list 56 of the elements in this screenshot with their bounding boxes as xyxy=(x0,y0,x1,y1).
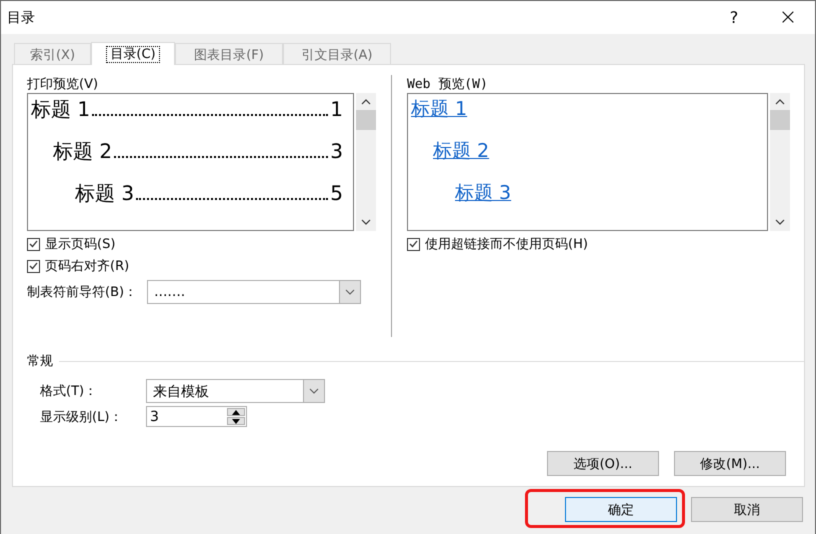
scrollbar[interactable] xyxy=(770,93,790,231)
page-number: 3 xyxy=(330,139,344,163)
heading-link[interactable]: 标题 2 xyxy=(433,139,490,163)
triangle-up-icon xyxy=(232,410,240,414)
format-dropdown[interactable]: 来自模板 xyxy=(146,379,325,403)
chevron-down-icon xyxy=(345,288,356,296)
checkbox-label: 页码右对齐(R) xyxy=(45,258,130,275)
check-icon xyxy=(409,240,418,248)
preview-label: Web 预览(W) xyxy=(407,76,489,93)
page-number: 1 xyxy=(330,97,344,121)
tab[interactable]: 引文目录(A) xyxy=(283,43,391,64)
dropdown-button[interactable] xyxy=(339,281,360,303)
cancel-button[interactable]: 取消 xyxy=(691,497,803,522)
heading-link[interactable]: 标题 1 xyxy=(411,97,468,121)
scroll-thumb[interactable] xyxy=(356,110,376,130)
field-label: 显示级别(L)： xyxy=(40,408,124,426)
level-spinner[interactable]: 3 xyxy=(146,406,247,427)
spin-up-button[interactable] xyxy=(227,408,245,416)
heading-entry: 标题 3 xyxy=(75,181,134,205)
leader-dropdown[interactable]: ....... xyxy=(147,280,362,304)
spin-down-button[interactable] xyxy=(227,417,245,425)
scroll-down-icon xyxy=(773,217,787,227)
close-button[interactable]: × xyxy=(761,5,815,30)
heading-link[interactable]: 标题 3 xyxy=(455,181,512,205)
scrollbar[interactable] xyxy=(356,93,376,231)
window-title: 目录 xyxy=(7,8,36,26)
heading-entry: 标题 2 xyxy=(53,139,112,163)
checkbox[interactable] xyxy=(407,238,420,250)
dialog-button[interactable]: 修改(M)... xyxy=(674,451,786,476)
field-label: 格式(T)： xyxy=(40,383,98,400)
check-icon xyxy=(29,240,38,248)
dropdown-value: 来自模板 xyxy=(152,383,210,402)
preview-label: 打印预览(V) xyxy=(27,76,100,93)
dropdown-value: ....... xyxy=(153,283,186,302)
tab[interactable]: 图表目录(F) xyxy=(175,43,283,64)
tab[interactable]: 索引(X) xyxy=(14,43,91,64)
checkbox-label: 显示页码(S) xyxy=(45,236,116,253)
chevron-down-icon xyxy=(309,388,319,394)
scroll-down-icon xyxy=(359,217,373,227)
dialog-button[interactable]: 选项(O)... xyxy=(547,451,659,476)
ok-button[interactable]: 确定 xyxy=(565,497,677,522)
scroll-up-icon xyxy=(359,97,373,107)
checkbox[interactable] xyxy=(27,238,40,250)
heading-entry: 标题 1 xyxy=(31,97,90,121)
scroll-up-icon xyxy=(773,97,787,107)
checkbox[interactable] xyxy=(27,260,40,272)
scroll-thumb[interactable] xyxy=(770,110,790,130)
dropdown-button[interactable] xyxy=(303,380,324,402)
check-icon xyxy=(29,262,38,270)
help-button[interactable]: ? xyxy=(707,8,761,27)
triangle-down-icon xyxy=(232,418,240,424)
field-label: 制表符前导符(B)： xyxy=(27,284,138,301)
tab[interactable]: 目录(C) xyxy=(91,42,175,65)
section-title: 常规 xyxy=(27,353,53,370)
checkbox-label: 使用超链接而不使用页码(H) xyxy=(425,236,588,253)
page-number: 5 xyxy=(330,181,344,205)
